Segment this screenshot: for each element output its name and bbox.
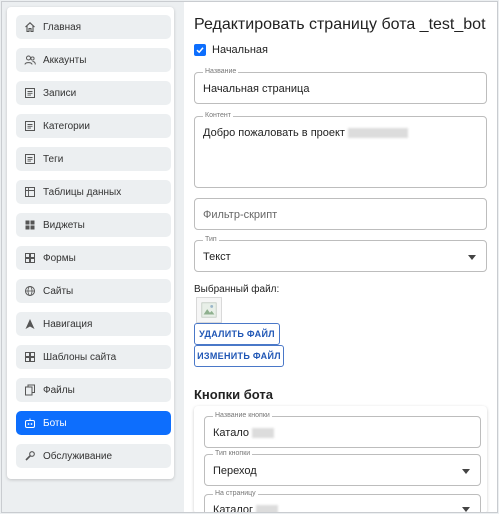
dropdown-caret-icon[interactable] (462, 507, 470, 512)
wrench-icon (23, 449, 37, 463)
button-type-value: Переход (213, 465, 257, 477)
sidebar-item-sites[interactable]: Сайты (16, 279, 171, 303)
name-field[interactable]: Название Начальная страница (194, 68, 487, 104)
app-window: Главная Аккаунты Записи Категории Теги Т… (1, 1, 498, 513)
sidebar-item-label: Боты (43, 417, 67, 429)
content-field[interactable]: Контент Добро пожаловать в проект (194, 112, 487, 188)
forms-icon (23, 251, 37, 265)
sidebar-item-label: Обслуживание (43, 450, 113, 462)
sidebar-item-label: Записи (43, 87, 77, 99)
file-thumbnail[interactable] (196, 297, 222, 323)
content-field-value: Добро пожаловать в проект (203, 127, 408, 139)
sidebar-item-bots[interactable]: Боты (16, 411, 171, 435)
sidebar-item-label: Теги (43, 153, 64, 165)
bot-icon (23, 416, 37, 430)
filter-script-field[interactable]: Фильтр-скрипт (194, 198, 487, 230)
sidebar-item-label: Файлы (43, 384, 75, 396)
document-icon (23, 152, 37, 166)
content-field-label: Контент (203, 112, 233, 119)
sidebar-item-maintenance[interactable]: Обслуживание (16, 444, 171, 468)
sidebar-item-categories[interactable]: Категории (16, 114, 171, 138)
sidebar-item-widgets[interactable]: Виджеты (16, 213, 171, 237)
redacted-text (256, 505, 278, 512)
widgets-icon (23, 218, 37, 232)
sidebar-item-label: Сайты (43, 285, 74, 297)
to-page-value: Каталог (213, 504, 278, 512)
globe-icon (23, 284, 37, 298)
bot-buttons-title: Кнопки бота (194, 387, 273, 402)
to-page-label: На страницу (213, 490, 258, 497)
sidebar-item-files[interactable]: Файлы (16, 378, 171, 402)
users-icon (23, 53, 37, 67)
sidebar-item-label: Формы (43, 252, 76, 264)
document-icon (23, 119, 37, 133)
sidebar-item-site-templates[interactable]: Шаблоны сайта (16, 345, 171, 369)
name-field-value: Начальная страница (203, 83, 310, 95)
home-icon (23, 20, 37, 34)
sidebar-item-label: Шаблоны сайта (43, 351, 117, 363)
sidebar: Главная Аккаунты Записи Категории Теги Т… (7, 7, 174, 479)
sidebar-item-data-tables[interactable]: Таблицы данных (16, 180, 171, 204)
navigation-icon (23, 317, 37, 331)
sidebar-item-label: Категории (43, 120, 90, 132)
page-title: Редактировать страницу бота _test_bot (194, 16, 486, 33)
main-panel: Редактировать страницу бота _test_bot На… (184, 2, 497, 512)
document-icon (23, 86, 37, 100)
checkbox-checked-icon[interactable] (194, 44, 206, 56)
bot-button-card: Название кнопки Катало Тип кнопки Перехо… (194, 406, 487, 512)
image-file-icon (201, 302, 217, 318)
sidebar-item-label: Виджеты (43, 219, 85, 231)
selected-file-label: Выбранный файл: (194, 284, 280, 295)
type-select[interactable]: Тип Текст (194, 236, 487, 272)
templates-icon (23, 350, 37, 364)
sidebar-item-accounts[interactable]: Аккаунты (16, 48, 171, 72)
to-page-select[interactable]: На страницу Каталог (204, 490, 481, 512)
type-select-label: Тип (203, 236, 219, 243)
start-page-checkbox-row[interactable]: Начальная (194, 44, 268, 56)
sidebar-item-tags[interactable]: Теги (16, 147, 171, 171)
sidebar-item-label: Навигация (43, 318, 93, 330)
sidebar-item-posts[interactable]: Записи (16, 81, 171, 105)
delete-file-button[interactable]: УДАЛИТЬ ФАЙЛ (194, 323, 280, 345)
filter-script-placeholder: Фильтр-скрипт (203, 209, 278, 221)
sidebar-item-forms[interactable]: Формы (16, 246, 171, 270)
button-type-label: Тип кнопки (213, 450, 253, 457)
name-field-label: Название (203, 68, 239, 75)
sidebar-item-navigation[interactable]: Навигация (16, 312, 171, 336)
button-name-value: Катало (213, 427, 274, 439)
type-select-value: Текст (203, 251, 231, 263)
dropdown-caret-icon[interactable] (462, 469, 470, 474)
sidebar-item-home[interactable]: Главная (16, 15, 171, 39)
sidebar-item-label: Таблицы данных (43, 186, 122, 198)
redacted-text (347, 128, 408, 139)
files-icon (23, 383, 37, 397)
dropdown-caret-icon[interactable] (468, 255, 476, 260)
button-type-select[interactable]: Тип кнопки Переход (204, 450, 481, 486)
redacted-text (251, 428, 274, 439)
sidebar-item-label: Аккаунты (43, 54, 87, 66)
change-file-button[interactable]: ИЗМЕНИТЬ ФАЙЛ (194, 345, 284, 367)
button-name-field[interactable]: Название кнопки Катало (204, 412, 481, 448)
button-name-label: Название кнопки (213, 412, 272, 419)
table-icon (23, 185, 37, 199)
sidebar-item-label: Главная (43, 21, 82, 33)
checkbox-label: Начальная (212, 44, 268, 56)
